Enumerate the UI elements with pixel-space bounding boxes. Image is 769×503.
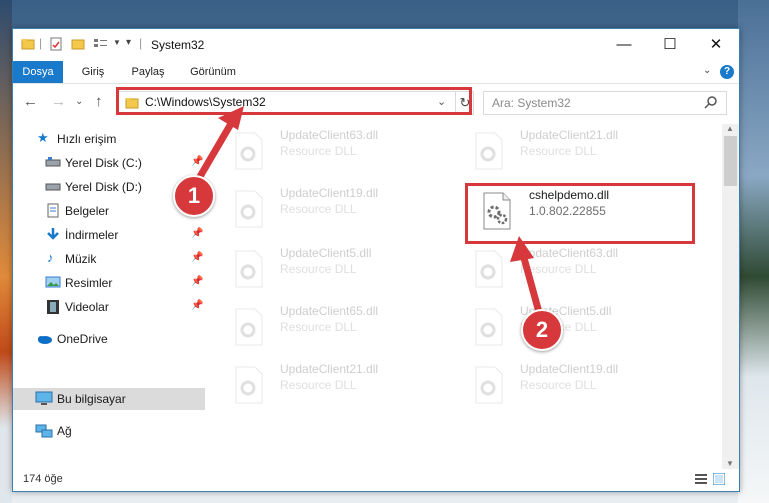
arrow-1 bbox=[194, 120, 236, 182]
arrow-2 bbox=[520, 257, 544, 317]
annotation-arrows bbox=[194, 106, 544, 317]
step-badge-2: 2 bbox=[521, 309, 563, 351]
step-badge-1: 1 bbox=[173, 175, 215, 217]
arrow-2-head bbox=[510, 236, 534, 262]
